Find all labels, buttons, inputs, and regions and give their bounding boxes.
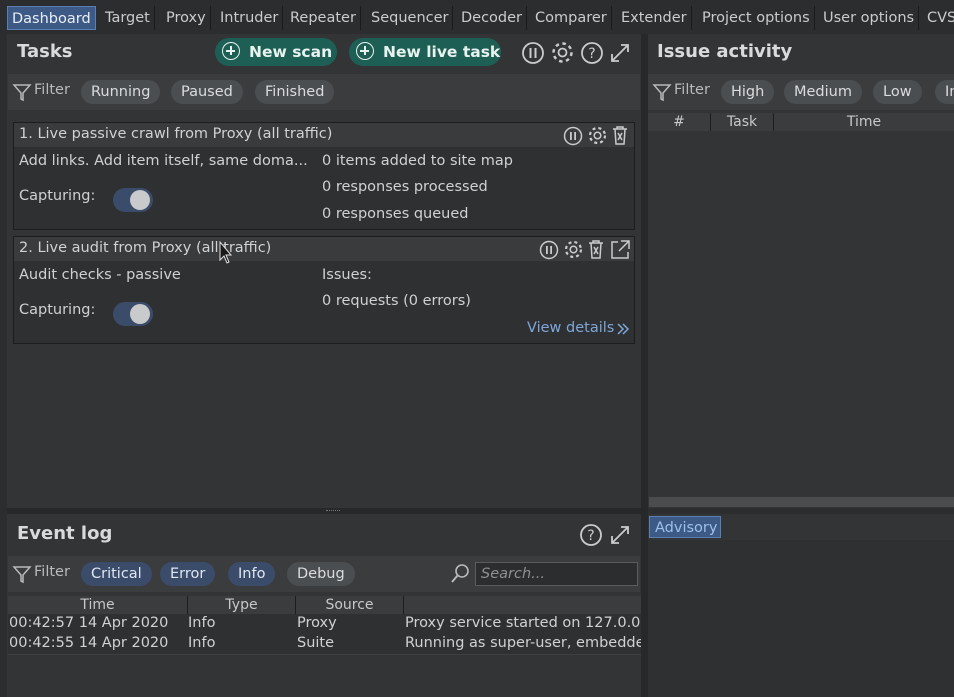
issue-activity-title: Issue activity [657, 41, 793, 62]
row-message: Running as super-user, embedded browser … [405, 635, 641, 651]
row-type: Info [188, 615, 216, 631]
vertical-splitter[interactable] [641, 34, 648, 697]
task-title: 2. Live audit from Proxy (all traffic) [19, 240, 272, 256]
new-live-task-button[interactable]: New live task [349, 38, 501, 66]
tab-cvs[interactable]: CVS [923, 6, 954, 30]
event-log-title: Event log [17, 523, 113, 544]
svg-text:?: ? [587, 528, 594, 544]
tasks-title: Tasks [17, 41, 73, 62]
row-source: Proxy [297, 615, 337, 631]
row-message: Proxy service started on 127.0.0.1:8080 [405, 615, 641, 631]
svg-text:?: ? [588, 46, 595, 62]
filter-low[interactable]: Low [873, 80, 922, 104]
tasks-filter-label: Filter [34, 82, 70, 98]
capturing-label: Capturing: [19, 188, 96, 204]
advisory-content [648, 540, 954, 697]
filter-icon [12, 566, 32, 584]
popout-icon[interactable] [610, 239, 631, 260]
pause-icon[interactable] [563, 126, 583, 146]
tab-target[interactable]: Target [101, 6, 155, 30]
expand-icon[interactable] [609, 42, 631, 64]
tab-user-options[interactable]: User options [819, 6, 920, 30]
row-time: 00:42:55 14 Apr 2020 [9, 635, 169, 651]
filter-paused[interactable]: Paused [171, 80, 243, 104]
tab-comparer[interactable]: Comparer [531, 6, 612, 30]
filter-critical[interactable]: Critical [81, 562, 152, 586]
task-title: 1. Live passive crawl from Proxy (all tr… [19, 126, 333, 142]
column-time[interactable]: Time [774, 113, 954, 131]
column-task[interactable]: Task [711, 113, 774, 131]
filter-high[interactable]: High [721, 80, 775, 104]
main-tab-bar: Dashboard Target Proxy Intruder Repeater… [0, 0, 954, 34]
task-stat: 0 requests (0 errors) [322, 293, 471, 309]
tab-dashboard[interactable]: Dashboard [7, 6, 96, 30]
capturing-toggle[interactable] [113, 188, 153, 212]
pause-icon[interactable] [539, 240, 559, 260]
issue-table-body [648, 131, 954, 496]
mouse-cursor-icon [219, 241, 233, 264]
task-stat: Issues: [322, 267, 372, 283]
view-details-link[interactable]: View details [527, 320, 614, 336]
filter-debug[interactable]: Debug [287, 562, 355, 586]
horizontal-scrollbar[interactable] [649, 497, 954, 507]
task-stat: 0 responses processed [322, 179, 488, 195]
tab-project-options[interactable]: Project options [698, 6, 815, 30]
gear-icon[interactable] [550, 40, 575, 65]
task-description: Add links. Add item itself, same doma... [19, 153, 308, 169]
capturing-toggle[interactable] [113, 302, 153, 326]
task-description: Audit checks - passive [19, 267, 181, 283]
tab-advisory[interactable]: Advisory [649, 516, 721, 538]
filter-info[interactable]: In [935, 80, 954, 104]
filter-error[interactable]: Error [160, 562, 216, 586]
task-stat: 0 responses queued [322, 206, 469, 222]
capturing-label: Capturing: [19, 302, 96, 318]
column-type[interactable]: Type [188, 596, 296, 614]
new-scan-button[interactable]: New scan [215, 38, 337, 66]
task-stat: 0 items added to site map [322, 153, 513, 169]
issue-filter-label: Filter [674, 82, 710, 98]
row-type: Info [188, 635, 216, 651]
filter-finished[interactable]: Finished [255, 80, 335, 104]
pause-all-icon[interactable] [521, 41, 545, 65]
help-icon[interactable]: ? [579, 523, 603, 547]
tab-intruder[interactable]: Intruder [216, 6, 284, 30]
tab-repeater[interactable]: Repeater [286, 6, 361, 30]
trash-icon[interactable] [611, 125, 629, 146]
row-time: 00:42:57 14 Apr 2020 [9, 615, 169, 631]
filter-info[interactable]: Info [228, 562, 276, 586]
filter-icon [652, 84, 672, 102]
tab-extender[interactable]: Extender [617, 6, 692, 30]
column-source[interactable]: Source [296, 596, 404, 614]
tab-sequencer[interactable]: Sequencer [367, 6, 454, 30]
filter-medium[interactable]: Medium [784, 80, 862, 104]
plus-circle-icon [222, 42, 240, 60]
plus-circle-icon [356, 42, 374, 60]
gear-icon[interactable] [587, 125, 608, 146]
column-number[interactable]: # [648, 113, 711, 131]
tab-proxy[interactable]: Proxy [162, 6, 211, 30]
filter-running[interactable]: Running [81, 80, 161, 104]
event-filter-label: Filter [34, 564, 70, 580]
search-icon [451, 564, 469, 583]
tab-decoder[interactable]: Decoder [457, 6, 528, 30]
event-search-input[interactable]: Search... [475, 562, 638, 586]
column-message[interactable] [404, 596, 641, 614]
help-icon[interactable]: ? [580, 41, 604, 65]
gear-icon[interactable] [563, 239, 584, 260]
row-source: Suite [297, 635, 335, 651]
column-time[interactable]: Time [8, 596, 188, 614]
filter-icon [12, 84, 32, 102]
double-chevron-right-icon [617, 323, 630, 335]
expand-icon[interactable] [609, 524, 631, 546]
trash-icon[interactable] [587, 239, 605, 260]
